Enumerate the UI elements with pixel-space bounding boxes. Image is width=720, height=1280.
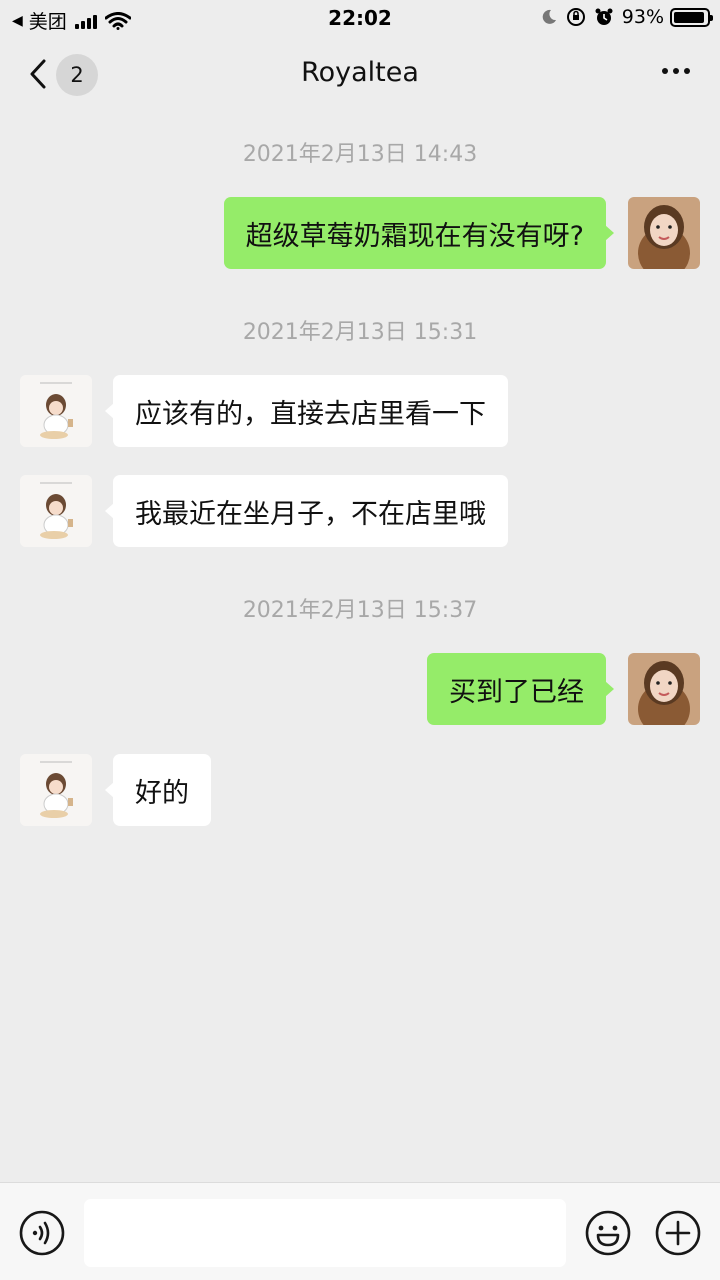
alarm-icon — [594, 7, 614, 27]
battery-percent: 93% — [621, 6, 664, 28]
chat-header: 2 Royaltea — [0, 38, 720, 110]
plus-icon — [655, 1210, 701, 1256]
contact-avatar[interactable] — [20, 475, 92, 547]
message-bubble-received[interactable]: 我最近在坐月子，不在店里哦 — [105, 475, 508, 547]
message-timestamp: 2021年2月13日 15:31 — [242, 320, 478, 345]
chat-input-bar — [0, 1182, 720, 1280]
orientation-lock-icon — [566, 7, 586, 27]
emoji-button[interactable] — [584, 1209, 632, 1257]
status-bar-right: 93% — [540, 6, 713, 28]
more-dot-icon — [662, 68, 668, 74]
message-timestamp: 2021年2月13日 14:43 — [242, 142, 478, 167]
emoji-icon — [585, 1210, 631, 1256]
message-bubble-received[interactable]: 好的 — [105, 754, 211, 826]
voice-input-button[interactable] — [18, 1209, 66, 1257]
message-bubble-received[interactable]: 应该有的，直接去店里看一下 — [105, 375, 508, 447]
message-bubble-sent[interactable]: 超级草莓奶霜现在有没有呀? — [223, 197, 615, 269]
voice-icon — [19, 1210, 65, 1256]
status-bar: ◀ 美团 22:02 93% — [0, 0, 720, 38]
self-avatar[interactable] — [628, 197, 700, 269]
self-avatar[interactable] — [628, 653, 700, 725]
battery-icon — [670, 7, 713, 27]
more-functions-button[interactable] — [654, 1209, 702, 1257]
more-dot-icon — [684, 68, 690, 74]
battery-fill — [674, 11, 704, 23]
chat-title: Royaltea — [301, 57, 419, 88]
message-input[interactable] — [84, 1199, 566, 1267]
message-bubble-sent[interactable]: 买到了已经 — [427, 653, 614, 725]
contact-avatar[interactable] — [20, 754, 92, 826]
more-dot-icon — [673, 68, 679, 74]
moon-icon — [540, 8, 558, 26]
contact-avatar[interactable] — [20, 375, 92, 447]
more-options-button[interactable] — [657, 68, 690, 74]
message-timestamp: 2021年2月13日 15:37 — [242, 598, 478, 623]
